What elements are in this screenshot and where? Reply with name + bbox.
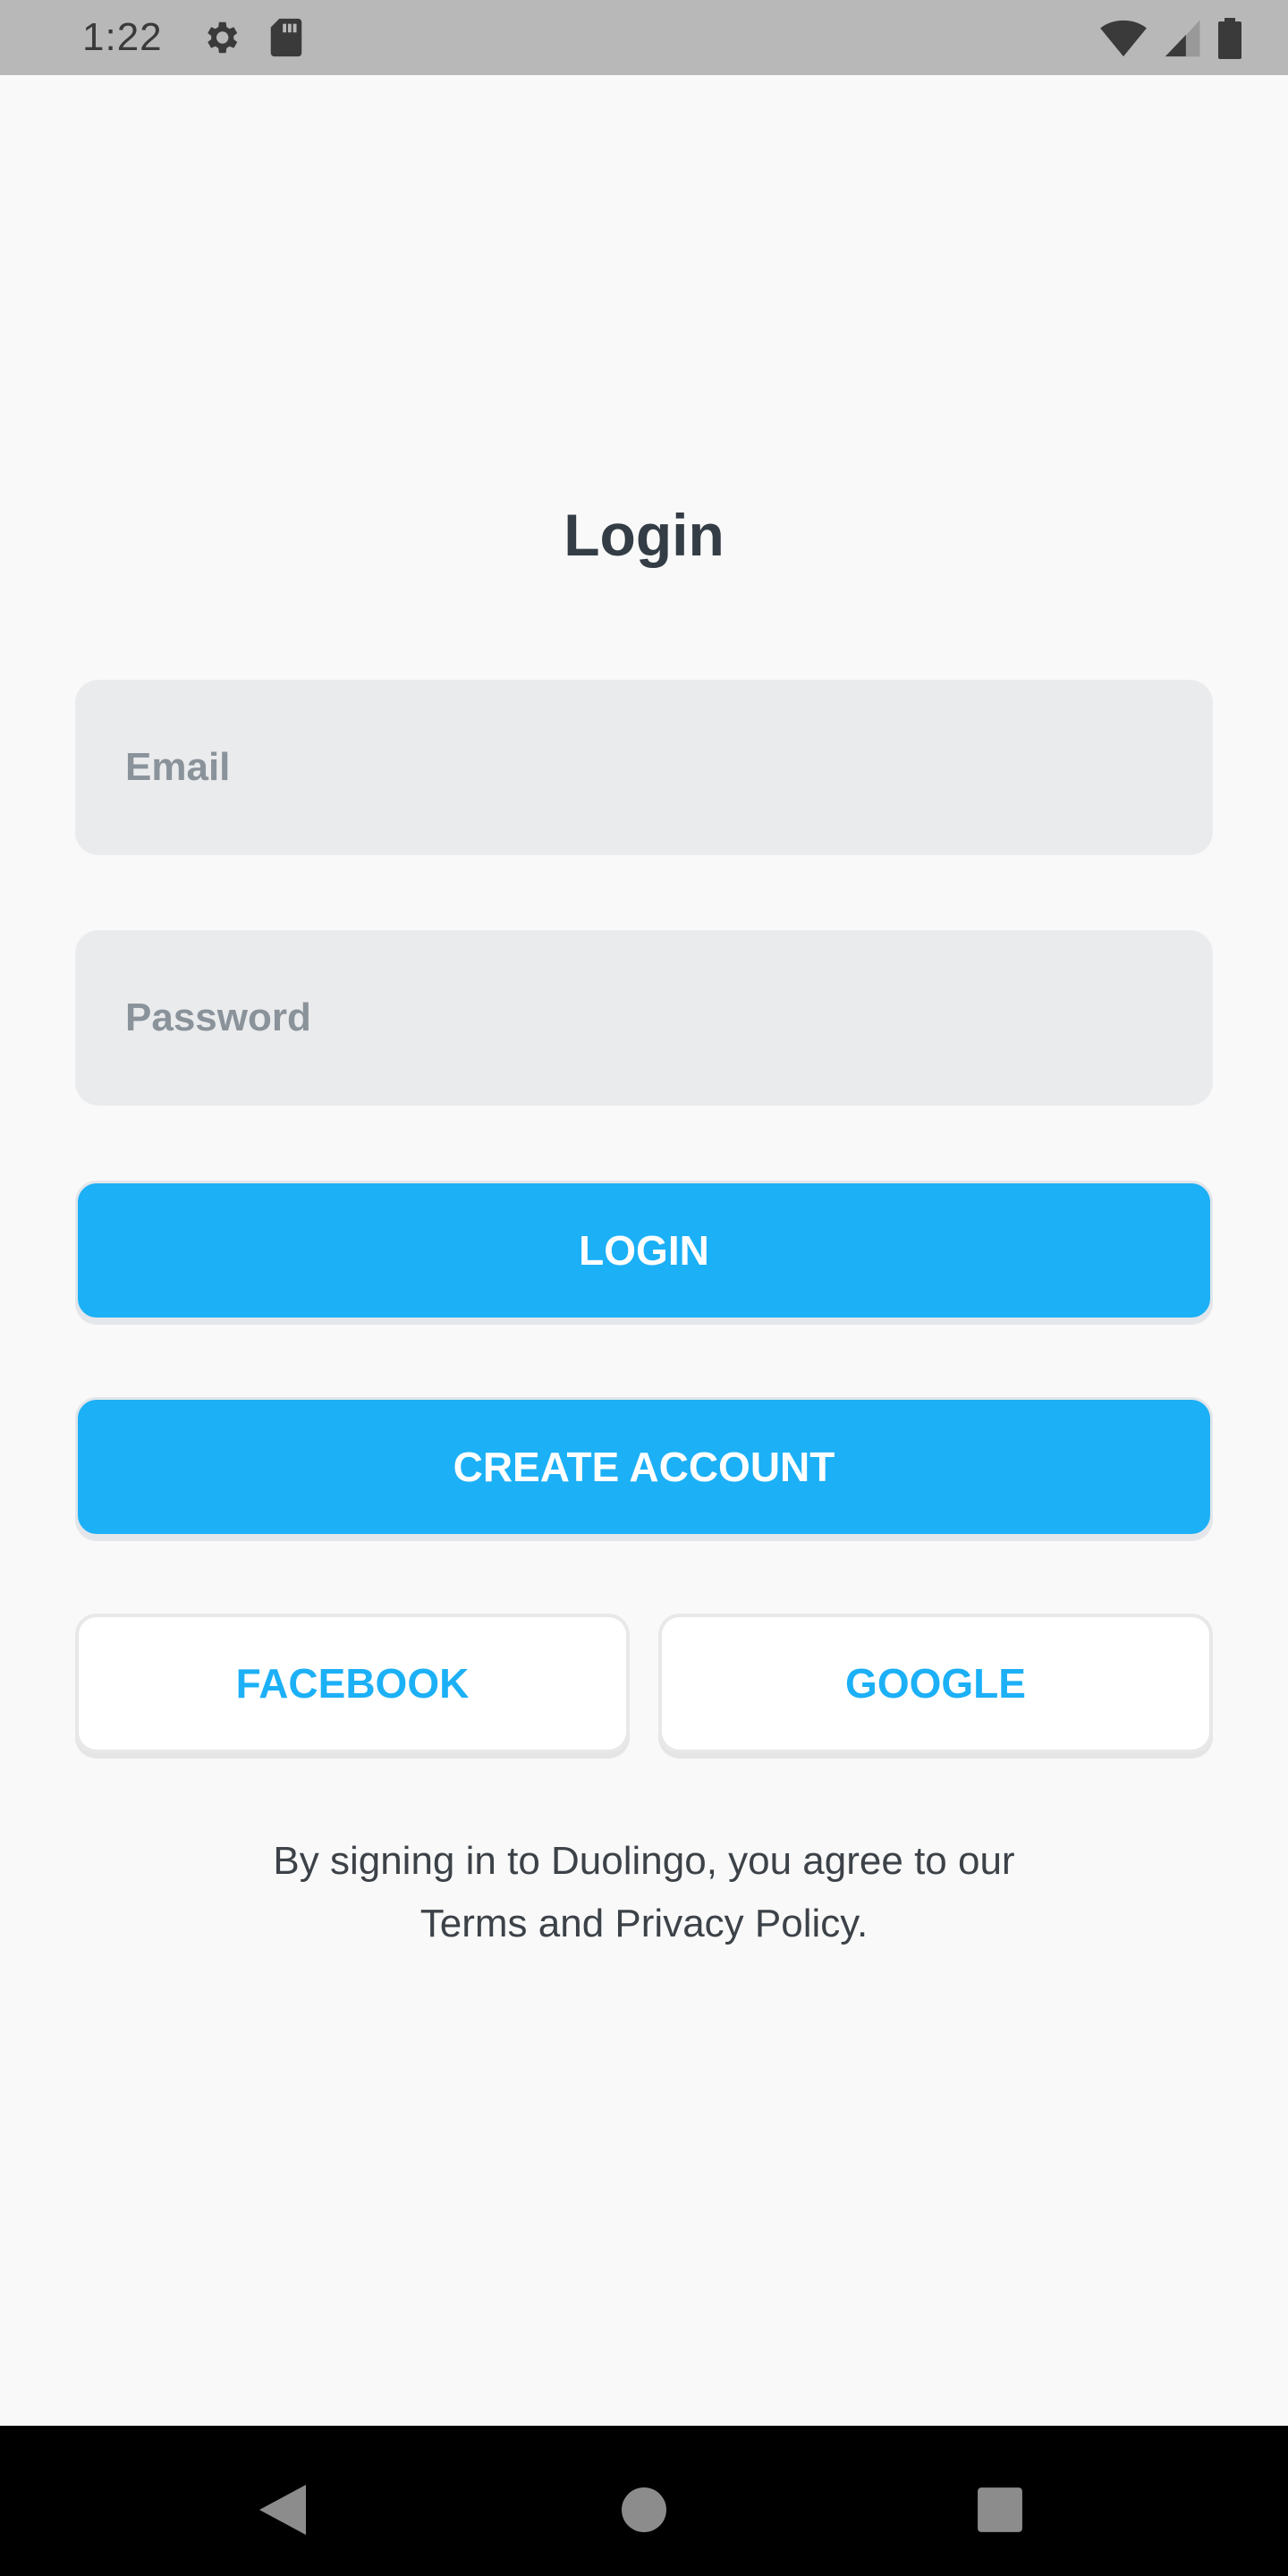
google-button-label: GOOGLE [845,1660,1026,1707]
back-icon[interactable] [247,2474,318,2546]
home-icon[interactable] [608,2474,680,2546]
navigation-bar [0,2426,1288,2576]
settings-gear-icon [200,17,242,58]
email-field[interactable]: Email [75,680,1213,855]
facebook-button[interactable]: FACEBOOK [75,1614,630,1753]
google-button[interactable]: GOOGLE [658,1614,1213,1753]
page-title: Login [564,502,724,568]
sd-card-icon [268,17,304,58]
recents-icon[interactable] [964,2474,1036,2546]
wifi-icon [1098,17,1148,58]
login-button[interactable]: LOGIN [75,1181,1213,1320]
status-bar: 1:22 [0,0,1288,75]
battery-icon [1216,16,1243,59]
legal-text: By signing in to Duolingo, you agree to … [0,1830,1288,1955]
password-placeholder: Password [125,996,311,1039]
email-placeholder: Email [125,745,231,789]
create-account-button-label: CREATE ACCOUNT [453,1444,835,1490]
cellular-signal-icon [1163,17,1202,58]
status-time: 1:22 [82,15,163,59]
facebook-button-label: FACEBOOK [235,1660,470,1707]
password-field[interactable]: Password [75,930,1213,1106]
legal-text-line-1: By signing in to Duolingo, you agree to … [273,1839,1015,1883]
login-button-label: LOGIN [579,1227,709,1274]
create-account-button[interactable]: CREATE ACCOUNT [75,1397,1213,1537]
terms-privacy-link[interactable]: Terms and Privacy Policy. [0,1893,1288,1955]
